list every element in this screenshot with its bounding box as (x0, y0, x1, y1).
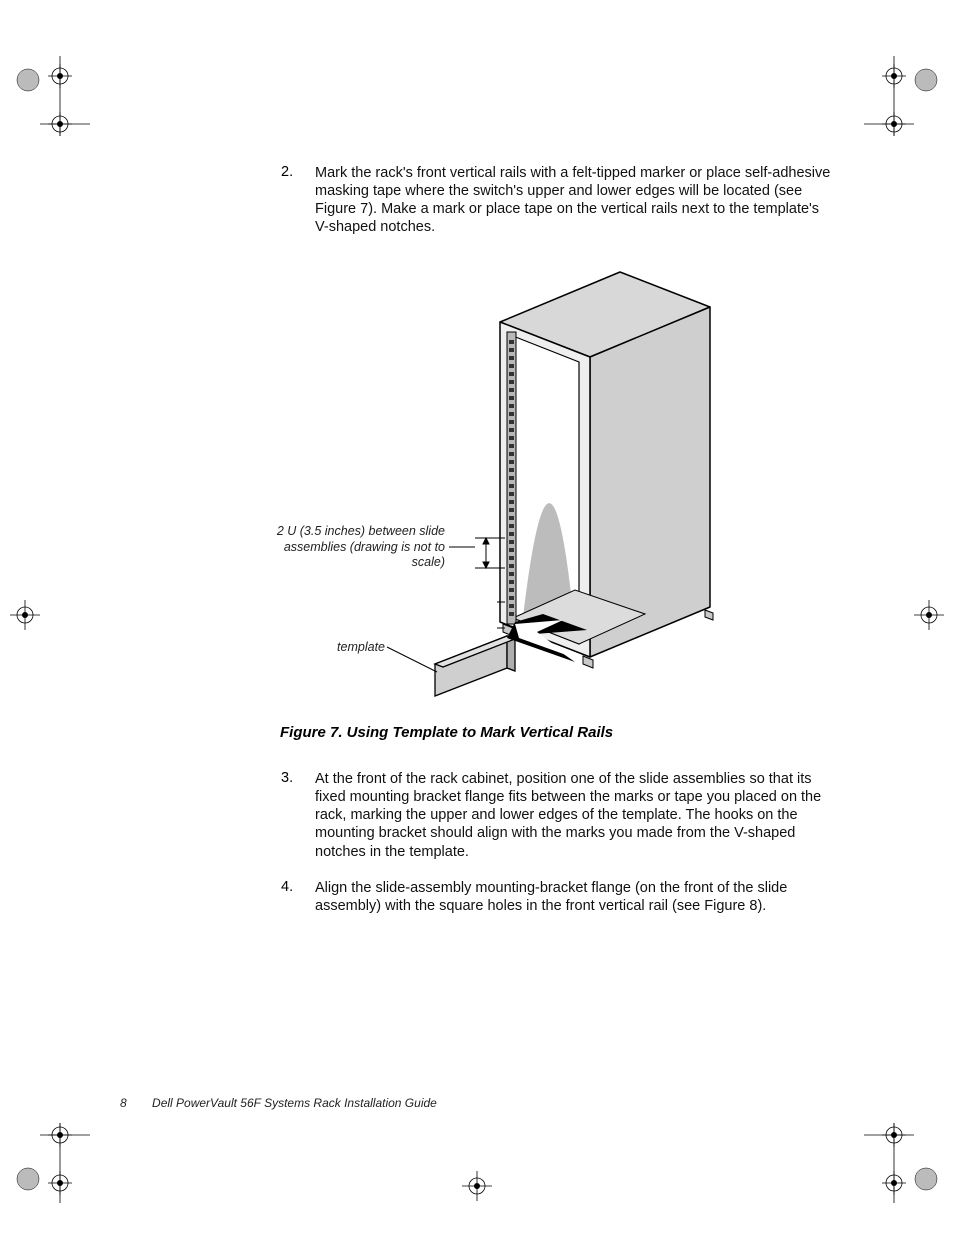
page-footer: 8 Dell PowerVault 56F Systems Rack Insta… (120, 1096, 437, 1110)
step-4: 4. Align the slide-assembly mounting-bra… (275, 879, 835, 915)
figure-label-measure: 2 U (3.5 inches) between slide assemblie… (275, 524, 445, 571)
step-text: Align the slide-assembly mounting-bracke… (315, 879, 835, 915)
step-2: 2. Mark the rack's front vertical rails … (275, 164, 835, 237)
step-text: Mark the rack's front vertical rails wit… (315, 164, 835, 237)
step-3: 3. At the front of the rack cabinet, pos… (275, 770, 835, 861)
footer-title: Dell PowerVault 56F Systems Rack Install… (152, 1096, 437, 1110)
step-number: 4. (275, 879, 315, 915)
figure-label-template: template (275, 640, 385, 656)
step-number: 3. (275, 770, 315, 861)
figure-caption: Figure 7. Using Template to Mark Vertica… (280, 724, 613, 741)
figure-7: 2 U (3.5 inches) between slide assemblie… (275, 262, 835, 712)
step-number: 2. (275, 164, 315, 237)
step-text: At the front of the rack cabinet, positi… (315, 770, 835, 861)
page-number: 8 (120, 1096, 127, 1110)
step-list-top: 2. Mark the rack's front vertical rails … (275, 164, 835, 255)
step-list-bottom: 3. At the front of the rack cabinet, pos… (275, 770, 835, 933)
